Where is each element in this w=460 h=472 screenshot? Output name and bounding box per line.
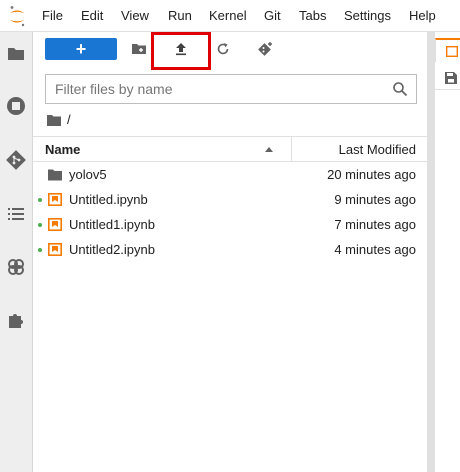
running-indicator: [38, 198, 42, 202]
panel-splitter[interactable]: [427, 32, 435, 472]
column-modified-header[interactable]: Last Modified: [339, 142, 416, 157]
main-document-area: [435, 32, 460, 472]
file-modified: 7 minutes ago: [334, 217, 416, 232]
file-list: yolov5 20 minutes ago Untitled.ipynb 9 m…: [33, 162, 427, 262]
file-name: yolov5: [69, 167, 107, 182]
search-icon: [393, 82, 408, 97]
column-name-header[interactable]: Name: [45, 142, 80, 157]
filter-box: [45, 74, 417, 104]
notebook-toolbar: [435, 64, 460, 90]
column-divider[interactable]: [291, 137, 292, 161]
puzzle-icon[interactable]: [6, 310, 26, 330]
menu-edit[interactable]: Edit: [81, 8, 103, 23]
menu-bar: File Edit View Run Kernel Git Tabs Setti…: [0, 0, 460, 32]
sort-ascending-icon[interactable]: [265, 147, 273, 152]
upload-icon[interactable]: [173, 41, 189, 57]
save-icon[interactable]: [445, 72, 457, 84]
file-name: Untitled2.ipynb: [69, 242, 155, 257]
notebook-icon: [48, 193, 62, 206]
new-launcher-button[interactable]: +: [45, 38, 117, 60]
file-name: Untitled1.ipynb: [69, 217, 155, 232]
folder-icon: [48, 169, 62, 181]
file-list-header: Name Last Modified: [33, 136, 427, 162]
filter-files-input[interactable]: [46, 75, 386, 103]
running-indicator: [38, 248, 42, 252]
menu-view[interactable]: View: [121, 8, 149, 23]
running-indicator: [38, 223, 42, 227]
file-row-yolov5[interactable]: yolov5 20 minutes ago: [33, 162, 427, 187]
brain-icon[interactable]: [6, 257, 26, 277]
file-row-untitled1[interactable]: Untitled1.ipynb 7 minutes ago: [33, 212, 427, 237]
file-modified: 4 minutes ago: [334, 242, 416, 257]
menu-git[interactable]: Git: [264, 8, 281, 23]
file-modified: 20 minutes ago: [327, 167, 416, 182]
file-browser-panel: + / Name Last Modified: [33, 32, 427, 472]
list-icon[interactable]: [6, 204, 26, 224]
refresh-icon[interactable]: [215, 41, 231, 57]
new-folder-icon[interactable]: [131, 41, 147, 57]
menu-file[interactable]: File: [42, 8, 63, 23]
file-row-untitled2[interactable]: Untitled2.ipynb 4 minutes ago: [33, 237, 427, 262]
home-folder-icon[interactable]: [47, 114, 61, 126]
file-name: Untitled.ipynb: [69, 192, 148, 207]
activity-bar: [0, 32, 33, 472]
jupyter-logo-icon: [10, 6, 25, 27]
stop-circle-icon[interactable]: [6, 96, 26, 116]
notebook-icon: [48, 218, 62, 231]
folder-icon[interactable]: [6, 44, 26, 64]
menu-settings[interactable]: Settings: [344, 8, 391, 23]
notebook-icon: [446, 46, 458, 57]
menu-help[interactable]: Help: [409, 8, 436, 23]
git-icon[interactable]: [6, 150, 26, 170]
menu-run[interactable]: Run: [168, 8, 192, 23]
document-tab[interactable]: [435, 38, 460, 62]
breadcrumb-root[interactable]: /: [67, 112, 71, 127]
menu-tabs[interactable]: Tabs: [299, 8, 326, 23]
git-clone-icon[interactable]: [257, 41, 273, 57]
menu-kernel[interactable]: Kernel: [209, 8, 247, 23]
notebook-icon: [48, 243, 62, 256]
file-modified: 9 minutes ago: [334, 192, 416, 207]
file-row-untitled[interactable]: Untitled.ipynb 9 minutes ago: [33, 187, 427, 212]
